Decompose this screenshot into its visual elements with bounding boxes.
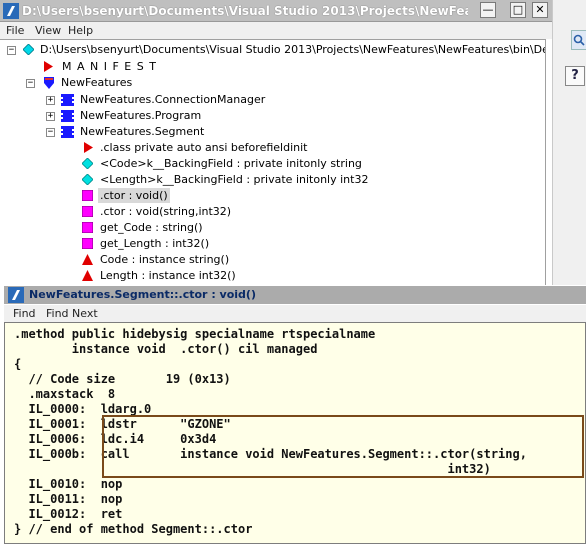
- namespace-shield-icon: [44, 77, 54, 89]
- method-square-icon: [82, 238, 93, 249]
- code-window-menubar: Find Find Next: [4, 305, 586, 322]
- code-line: .maxstack 8: [14, 387, 116, 401]
- collapse-toggle-root[interactable]: −: [7, 46, 16, 55]
- menu-find-next[interactable]: Find Next: [46, 307, 98, 320]
- tree-label-manifest: M A N I F E S T: [62, 60, 157, 73]
- tree-label-field-code: <Code>k__BackingField : private initonly…: [100, 157, 362, 170]
- manifest-triangle-icon: [84, 142, 93, 153]
- expand-toggle-program[interactable]: +: [46, 112, 55, 121]
- background-search-box: [571, 30, 586, 50]
- search-icon: [573, 34, 585, 46]
- code-line: IL_0012: ret: [14, 507, 123, 521]
- maximize-button[interactable]: □: [510, 2, 526, 18]
- tree-label-program: NewFeatures.Program: [80, 109, 202, 122]
- code-line: instance void .ctor() cil managed: [14, 342, 318, 356]
- metadata-tree: − D:\Users\bsenyurt\Documents\Visual Stu…: [0, 39, 546, 285]
- background-window-edge: ?: [552, 0, 586, 285]
- code-line: {: [14, 357, 22, 371]
- class-icon: [61, 126, 74, 138]
- main-window-title: D:\Users\bsenyurt\Documents\Visual Studi…: [22, 4, 468, 18]
- class-icon: [61, 94, 74, 106]
- file-diamond-icon: [23, 44, 34, 55]
- main-menubar: File View Help: [0, 22, 552, 39]
- help-icon[interactable]: ?: [565, 66, 585, 86]
- menu-help[interactable]: Help: [68, 24, 93, 37]
- tree-label-ctor-default: .ctor : void(): [98, 188, 170, 203]
- highlight-annotation-box: [102, 415, 584, 478]
- code-window-titlebar: NewFeatures.Segment::.ctor : void(): [4, 286, 586, 304]
- tree-label-prop-length: Length : instance int32(): [100, 269, 236, 282]
- code-line: } // end of method Segment::.ctor: [14, 522, 253, 536]
- method-square-icon: [82, 206, 93, 217]
- tree-label-get-code: get_Code : string(): [100, 221, 203, 234]
- tree-label-get-length: get_Length : int32(): [100, 237, 210, 250]
- code-line: // Code size 19 (0x13): [14, 372, 231, 386]
- code-line: .method public hidebysig specialname rts…: [14, 327, 376, 341]
- tree-label-segment: NewFeatures.Segment: [80, 125, 205, 138]
- class-icon: [61, 110, 74, 122]
- method-square-icon: [82, 222, 93, 233]
- expand-toggle-connection-manager[interactable]: +: [46, 96, 55, 105]
- field-diamond-icon: [82, 174, 93, 185]
- menu-file[interactable]: File: [6, 24, 24, 37]
- property-triangle-icon: [82, 270, 93, 281]
- code-line: IL_0010: nop: [14, 477, 123, 491]
- tree-label-connection-manager: NewFeatures.ConnectionManager: [80, 93, 266, 106]
- collapse-toggle-segment[interactable]: −: [46, 128, 55, 137]
- menu-find[interactable]: Find: [13, 307, 36, 320]
- minimize-button[interactable]: —: [480, 2, 496, 18]
- ildasm-icon: [8, 287, 24, 303]
- collapse-toggle-namespace[interactable]: −: [26, 79, 35, 88]
- code-window-title: NewFeatures.Segment::.ctor : void(): [29, 288, 256, 301]
- code-line: IL_0011: nop: [14, 492, 123, 506]
- ildasm-icon: [3, 3, 19, 19]
- menu-view[interactable]: View: [35, 24, 61, 37]
- tree-label-ctor-params: .ctor : void(string,int32): [100, 205, 232, 218]
- tree-label-namespace: NewFeatures: [61, 76, 133, 89]
- field-diamond-icon: [82, 158, 93, 169]
- method-square-icon: [82, 190, 93, 201]
- main-window-titlebar: D:\Users\bsenyurt\Documents\Visual Studi…: [0, 0, 552, 22]
- tree-label-class-directive: .class private auto ansi beforefieldinit: [100, 141, 308, 154]
- manifest-triangle-icon: [44, 61, 53, 72]
- property-triangle-icon: [82, 254, 93, 265]
- tree-label-root: D:\Users\bsenyurt\Documents\Visual Studi…: [40, 43, 545, 56]
- close-button[interactable]: ✕: [532, 2, 548, 18]
- tree-label-prop-code: Code : instance string(): [100, 253, 230, 266]
- il-code-view[interactable]: .method public hidebysig specialname rts…: [4, 322, 586, 544]
- tree-label-field-length: <Length>k__BackingField : private initon…: [100, 173, 369, 186]
